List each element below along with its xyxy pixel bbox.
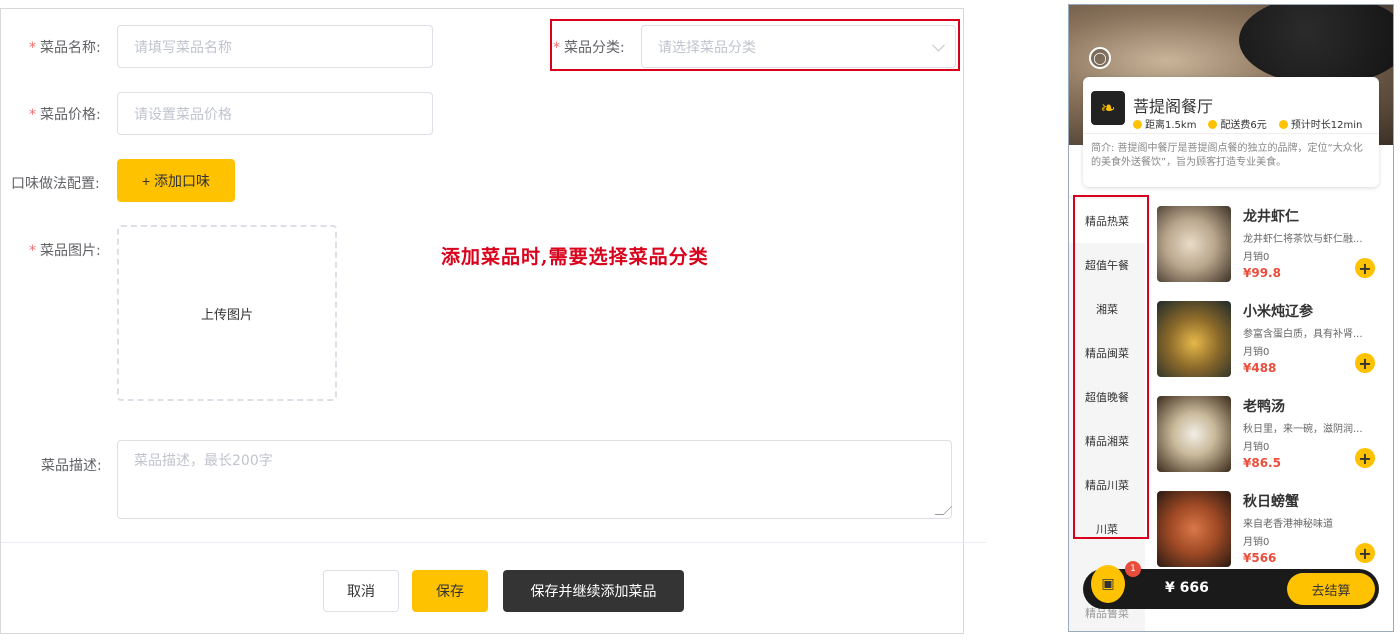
add-to-cart-button[interactable]: + [1355, 353, 1375, 373]
footer-divider [1, 542, 986, 543]
cancel-button[interactable]: 取消 [323, 570, 399, 612]
clock-icon [1133, 120, 1142, 129]
dish-image [1157, 396, 1231, 472]
delivery-fee-info: 配送费6元 [1208, 116, 1267, 131]
shop-info-card: ❧ 菩提阁餐厅 距离1.5km 配送费6元 预计时长12min 简介: 菩提阁中… [1083, 77, 1379, 187]
eta-info: 预计时长12min [1278, 116, 1362, 131]
category-list-highlight-box [1073, 195, 1149, 539]
dish-image [1157, 491, 1231, 567]
dish-price: ¥86.5 [1243, 456, 1281, 470]
flavor-label: 口味做法配置: [11, 176, 100, 192]
dish-description-textarea[interactable]: 菜品描述，最长200字 [117, 440, 953, 519]
chevron-down-icon [932, 38, 945, 52]
save-button[interactable]: 保存 [412, 570, 488, 612]
dish-category-placeholder: 请选择菜品分类 [658, 39, 756, 56]
user-icon[interactable]: ◯ [1089, 47, 1111, 69]
mobile-preview: ◯ ❧ 菩提阁餐厅 距离1.5km 配送费6元 预计时长12min 简介: 菩提… [1068, 4, 1394, 632]
dish-name-placeholder: 请填写菜品名称 [134, 39, 232, 56]
distance-info: 距离1.5km [1133, 116, 1196, 131]
cart-count-badge: 1 [1125, 561, 1141, 577]
dish-item[interactable]: 小米炖辽参 参富含蛋白质，具有补肾... 月销0 ¥488 + [1155, 301, 1393, 385]
dish-sales: 月销0 [1243, 442, 1270, 453]
money-bag-icon [1208, 120, 1218, 129]
dish-item[interactable]: 老鸭汤 秋日里，来一碗，滋阴润... 月销0 ¥86.5 + [1155, 396, 1393, 480]
add-to-cart-button[interactable]: + [1355, 258, 1375, 278]
dish-sales: 月销0 [1243, 537, 1270, 548]
add-flavor-button[interactable]: + 添加口味 [117, 159, 235, 202]
cart-bar: ▣ 1 ¥ 666 去结算 [1083, 561, 1379, 609]
dish-image [1157, 206, 1231, 282]
dish-form-panel: * 菜品名称: 请填写菜品名称 * 菜品分类: 请选择菜品分类 * 菜品价格: 请设置… [0, 8, 986, 634]
dish-name-input[interactable]: 请填写菜品名称 [117, 25, 433, 68]
dish-image-label: * 菜品图片: [29, 243, 101, 259]
image-upload-area[interactable]: 上传图片 [117, 225, 337, 401]
dish-name: 秋日螃蟹 [1243, 494, 1299, 510]
dish-desc: 来自老香港神秘味道 [1243, 519, 1333, 530]
dish-desc: 参富含蛋白质，具有补肾... [1243, 329, 1363, 340]
dish-image [1157, 301, 1231, 377]
dish-desc: 秋日里，来一碗，滋阴润... [1243, 424, 1363, 435]
dish-name: 小米炖辽参 [1243, 304, 1313, 320]
dish-desc: 龙井虾仁将茶饮与虾仁融... [1243, 234, 1363, 245]
dish-category-select[interactable]: 请选择菜品分类 [641, 25, 956, 68]
add-to-cart-button[interactable]: + [1355, 543, 1375, 563]
shop-intro: 简介: 菩提阁中餐厅是菩提阁点餐的独立的品牌，定位“大众化的美食外送餐饮”，旨为… [1083, 133, 1379, 178]
cart-icon[interactable]: ▣ [1091, 565, 1125, 603]
save-and-continue-button[interactable]: 保存并继续添加菜品 [503, 570, 684, 612]
dish-name-label: * 菜品名称: [29, 40, 101, 56]
dish-sales: 月销0 [1243, 347, 1270, 358]
dish-description-label: 菜品描述: [41, 458, 102, 474]
dish-item[interactable]: 龙井虾仁 龙井虾仁将茶饮与虾仁融... 月销0 ¥99.8 + [1155, 206, 1393, 290]
annotation-text: 添加菜品时,需要选择菜品分类 [441, 246, 709, 268]
dish-item[interactable]: 秋日螃蟹 来自老香港神秘味道 月销0 ¥566 + [1155, 491, 1393, 575]
dish-name: 龙井虾仁 [1243, 209, 1299, 225]
checkout-button[interactable]: 去结算 [1287, 573, 1375, 605]
resize-handle-icon[interactable] [934, 506, 953, 515]
location-arrow-icon [1278, 120, 1288, 129]
dish-sales: 月销0 [1243, 252, 1270, 263]
dish-category-label: * 菜品分类: [553, 40, 625, 56]
dish-price-placeholder: 请设置菜品价格 [134, 106, 232, 123]
add-to-cart-button[interactable]: + [1355, 448, 1375, 468]
shop-name: 菩提阁餐厅 [1133, 97, 1214, 116]
banner-bowl-shape [1239, 5, 1393, 85]
dish-name: 老鸭汤 [1243, 399, 1285, 415]
dish-price: ¥99.8 [1243, 266, 1281, 280]
dish-price: ¥566 [1243, 551, 1277, 565]
dish-price: ¥488 [1243, 361, 1277, 375]
shop-logo: ❧ [1091, 91, 1125, 125]
shop-meta: 距离1.5km 配送费6元 预计时长12min [1133, 116, 1362, 131]
dish-price-label: * 菜品价格: [29, 107, 101, 123]
cart-total: ¥ 666 [1165, 580, 1209, 596]
dish-price-input[interactable]: 请设置菜品价格 [117, 92, 433, 135]
upload-text: 上传图片 [200, 307, 253, 323]
description-placeholder: 菜品描述，最长200字 [134, 453, 273, 469]
